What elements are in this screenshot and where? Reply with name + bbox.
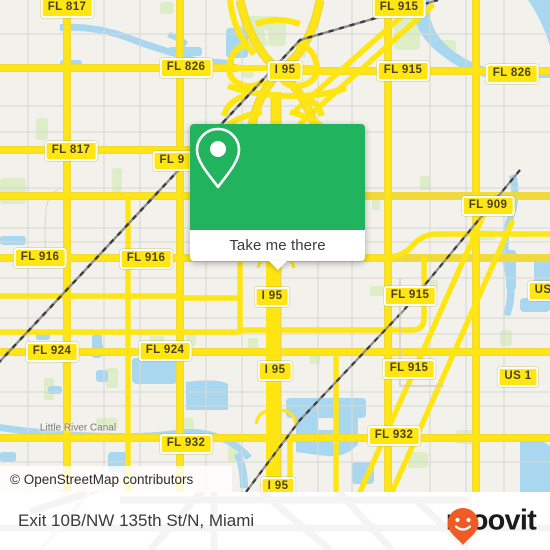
road-shield: FL 915 bbox=[382, 359, 436, 379]
moovit-logo[interactable]: moovit bbox=[446, 506, 537, 545]
road-shield: FL 924 bbox=[25, 342, 79, 362]
map-canvas[interactable]: FL 817 FL 915 FL 826 I 95 FL 915 FL 826 FL 817… bbox=[0, 0, 550, 492]
road-shield: FL 817 bbox=[40, 0, 94, 18]
road-shield: FL 817 bbox=[44, 141, 98, 161]
take-me-there-label: Take me there bbox=[229, 237, 326, 254]
road-shield: FL 932 bbox=[367, 426, 421, 446]
road-shield: FL 915 bbox=[383, 286, 437, 306]
card-footer[interactable]: Take me there bbox=[190, 230, 365, 270]
map-screenshot: FL 817 FL 915 FL 826 I 95 FL 915 FL 826 FL 817… bbox=[0, 0, 550, 550]
card-header bbox=[190, 124, 365, 230]
road-shield: US 1 bbox=[497, 367, 539, 387]
attribution-text[interactable]: © OpenStreetMap contributors bbox=[0, 472, 193, 487]
destination-popup-card[interactable]: Take me there bbox=[190, 124, 365, 270]
road-shield: FL 932 bbox=[159, 434, 213, 454]
road-shield: FL 915 bbox=[376, 61, 430, 81]
location-pin-icon bbox=[195, 127, 241, 189]
footer-bar: Exit 10B/NW 135th St/N, Miami moovit bbox=[0, 492, 550, 550]
road-shield: FL 909 bbox=[461, 196, 515, 216]
road-shield: FL 826 bbox=[485, 64, 539, 84]
card-pointer-tail bbox=[268, 261, 287, 270]
road-shield: I 95 bbox=[254, 287, 290, 307]
road-shield: FL 826 bbox=[159, 58, 213, 78]
attribution-bar: © OpenStreetMap contributors bbox=[0, 466, 550, 492]
road-shield: FL 916 bbox=[13, 248, 67, 268]
road-shield: I 95 bbox=[257, 361, 293, 381]
road-shield: FL 916 bbox=[119, 249, 173, 269]
moovit-smiley-pin-icon bbox=[447, 508, 479, 545]
place-label: Little River Canal bbox=[39, 422, 117, 434]
road-shield: I 95 bbox=[267, 61, 303, 81]
road-shield: FL 9 bbox=[152, 151, 192, 171]
road-shield: FL 915 bbox=[372, 0, 426, 18]
page-title: Exit 10B/NW 135th St/N, Miami bbox=[18, 511, 255, 530]
road-shield: FL 924 bbox=[138, 341, 192, 361]
road-shield: US bbox=[527, 281, 550, 301]
